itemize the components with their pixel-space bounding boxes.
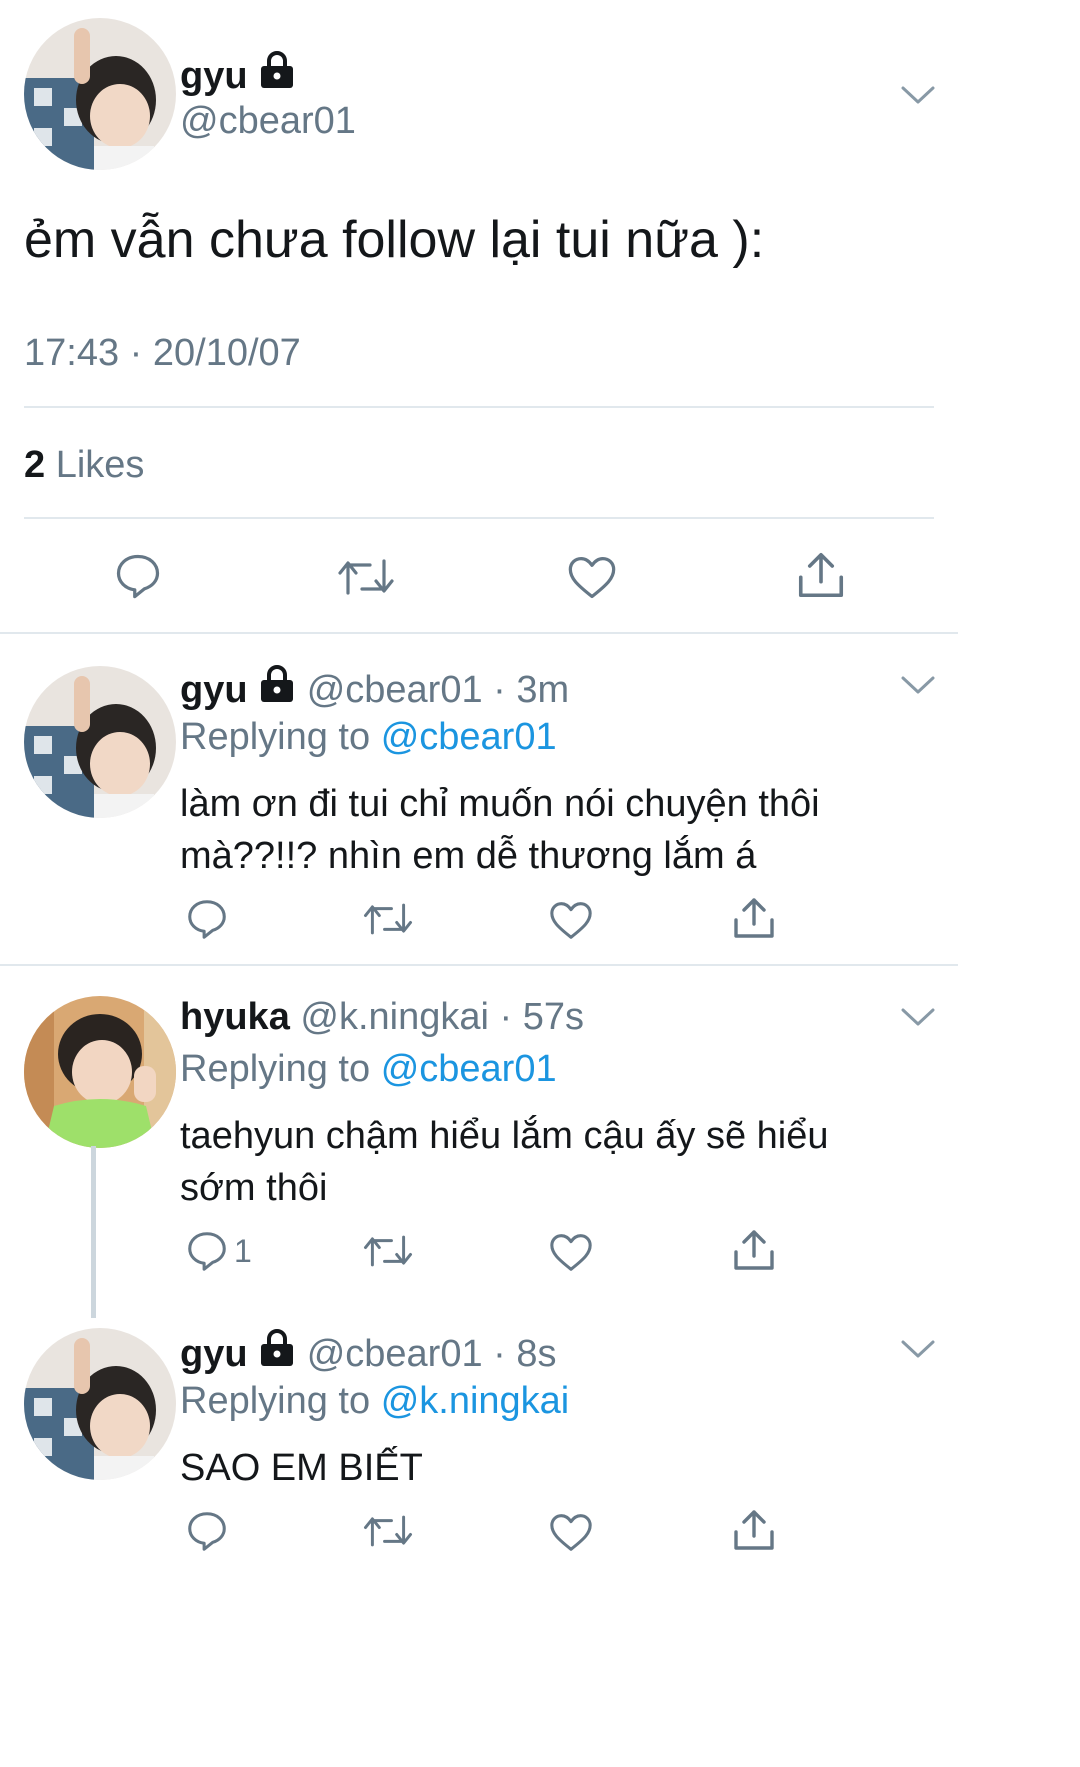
replying-to-link[interactable]: @k.ningkai — [381, 1380, 570, 1422]
reply-time[interactable]: · 57s — [500, 996, 584, 1038]
lock-icon — [261, 665, 294, 702]
author-handle[interactable]: @cbear01 — [307, 1333, 483, 1375]
reply-text-line: taehyun chậm hiểu lắm cậu ấy sẽ hiểu — [180, 1115, 829, 1157]
author-name[interactable]: gyu — [180, 1333, 248, 1375]
reply-icon — [116, 554, 160, 599]
replying-prefix: Replying to — [180, 1048, 371, 1090]
avatar[interactable] — [24, 1328, 176, 1480]
heart-icon — [550, 1234, 592, 1271]
likes-count: 2 — [24, 444, 46, 486]
heart-icon — [568, 556, 616, 599]
divider — [0, 964, 958, 966]
tweet-timestamp[interactable]: 17:43 · 20/10/07 — [24, 332, 301, 375]
retweet-button[interactable] — [362, 1510, 414, 1552]
reply-button[interactable] — [112, 550, 164, 602]
like-button[interactable] — [548, 898, 594, 942]
share-icon — [734, 1230, 774, 1270]
avatar[interactable] — [24, 996, 176, 1148]
likes-stat[interactable]: 2 Likes — [24, 444, 144, 487]
share-button[interactable] — [730, 1226, 778, 1274]
lock-icon — [261, 1329, 294, 1366]
lock-icon — [261, 51, 294, 88]
like-button[interactable] — [548, 1230, 594, 1274]
retweet-icon — [338, 559, 394, 595]
author-handle[interactable]: @cbear01 — [307, 669, 483, 711]
replying-to-link[interactable]: @cbear01 — [381, 1048, 557, 1090]
replying-prefix: Replying to — [180, 1380, 371, 1422]
reply-icon — [188, 1232, 226, 1271]
avatar[interactable] — [24, 18, 176, 170]
author-handle[interactable]: @k.ningkai — [300, 996, 489, 1038]
replying-to: Replying to @cbear01 — [180, 716, 557, 759]
reply-icon — [188, 900, 226, 939]
author-name[interactable]: gyu — [180, 669, 248, 711]
retweet-icon — [363, 903, 413, 935]
heart-icon — [550, 902, 592, 939]
likes-label: Likes — [55, 444, 145, 486]
reply-count: 1 — [234, 1232, 252, 1269]
retweet-icon — [363, 1515, 413, 1547]
reply-icon — [188, 1512, 226, 1551]
chevron-down-icon[interactable] — [900, 1338, 936, 1360]
replying-to: Replying to @k.ningkai — [180, 1380, 569, 1423]
replying-to-link[interactable]: @cbear01 — [381, 716, 557, 758]
share-icon — [734, 1510, 774, 1550]
share-button[interactable] — [794, 548, 848, 602]
divider — [24, 406, 934, 408]
like-button[interactable] — [566, 552, 618, 602]
tweet-text: ẻm vẫn chưa follow lại tui nữa ): — [24, 211, 765, 269]
reply-time[interactable]: · 8s — [493, 1333, 556, 1375]
reply-header: gyu @cbear01 · 8s — [180, 1328, 557, 1376]
thread-line — [91, 1146, 96, 1318]
author-name[interactable]: gyu — [180, 50, 296, 98]
retweet-button[interactable] — [362, 898, 414, 940]
reply-button[interactable] — [184, 896, 230, 942]
reply-header: hyuka @k.ningkai · 57s — [180, 996, 584, 1039]
reply-text-line: SAO EM BIẾT — [180, 1447, 423, 1489]
chevron-down-icon[interactable] — [900, 1006, 936, 1028]
reply-header: gyu @cbear01 · 3m — [180, 664, 569, 712]
chevron-down-icon[interactable] — [900, 674, 936, 696]
share-icon — [734, 898, 774, 938]
reply-text: taehyun chậm hiểu lắm cậu ấy sẽ hiểu sớm… — [180, 1110, 829, 1214]
share-icon — [798, 552, 844, 598]
reply-button[interactable]: 1 — [184, 1228, 252, 1274]
retweet-button[interactable] — [336, 552, 396, 602]
heart-icon — [550, 1514, 592, 1551]
divider — [0, 632, 958, 634]
author-name-text: gyu — [180, 55, 248, 97]
replying-prefix: Replying to — [180, 716, 371, 758]
reply-text-line: sớm thôi — [180, 1167, 328, 1209]
reply-time[interactable]: · 3m — [493, 669, 569, 711]
divider — [24, 517, 934, 519]
reply-button[interactable] — [184, 1508, 230, 1554]
avatar[interactable] — [24, 666, 176, 818]
reply-text-line: mà??!!? nhìn em dễ thương lắm á — [180, 835, 757, 877]
reply-text: SAO EM BIẾT — [180, 1442, 423, 1494]
share-button[interactable] — [730, 1506, 778, 1554]
retweet-icon — [363, 1235, 413, 1267]
share-button[interactable] — [730, 894, 778, 942]
replying-to: Replying to @cbear01 — [180, 1048, 557, 1091]
like-button[interactable] — [548, 1510, 594, 1554]
chevron-down-icon[interactable] — [900, 84, 936, 106]
author-name[interactable]: hyuka — [180, 996, 290, 1038]
reply-text: làm ơn đi tui chỉ muốn nói chuyện thôi m… — [180, 778, 820, 882]
retweet-button[interactable] — [362, 1230, 414, 1272]
reply-text-line: làm ơn đi tui chỉ muốn nói chuyện thôi — [180, 783, 820, 825]
author-handle[interactable]: @cbear01 — [180, 100, 356, 143]
screen-margin — [958, 0, 1080, 1767]
